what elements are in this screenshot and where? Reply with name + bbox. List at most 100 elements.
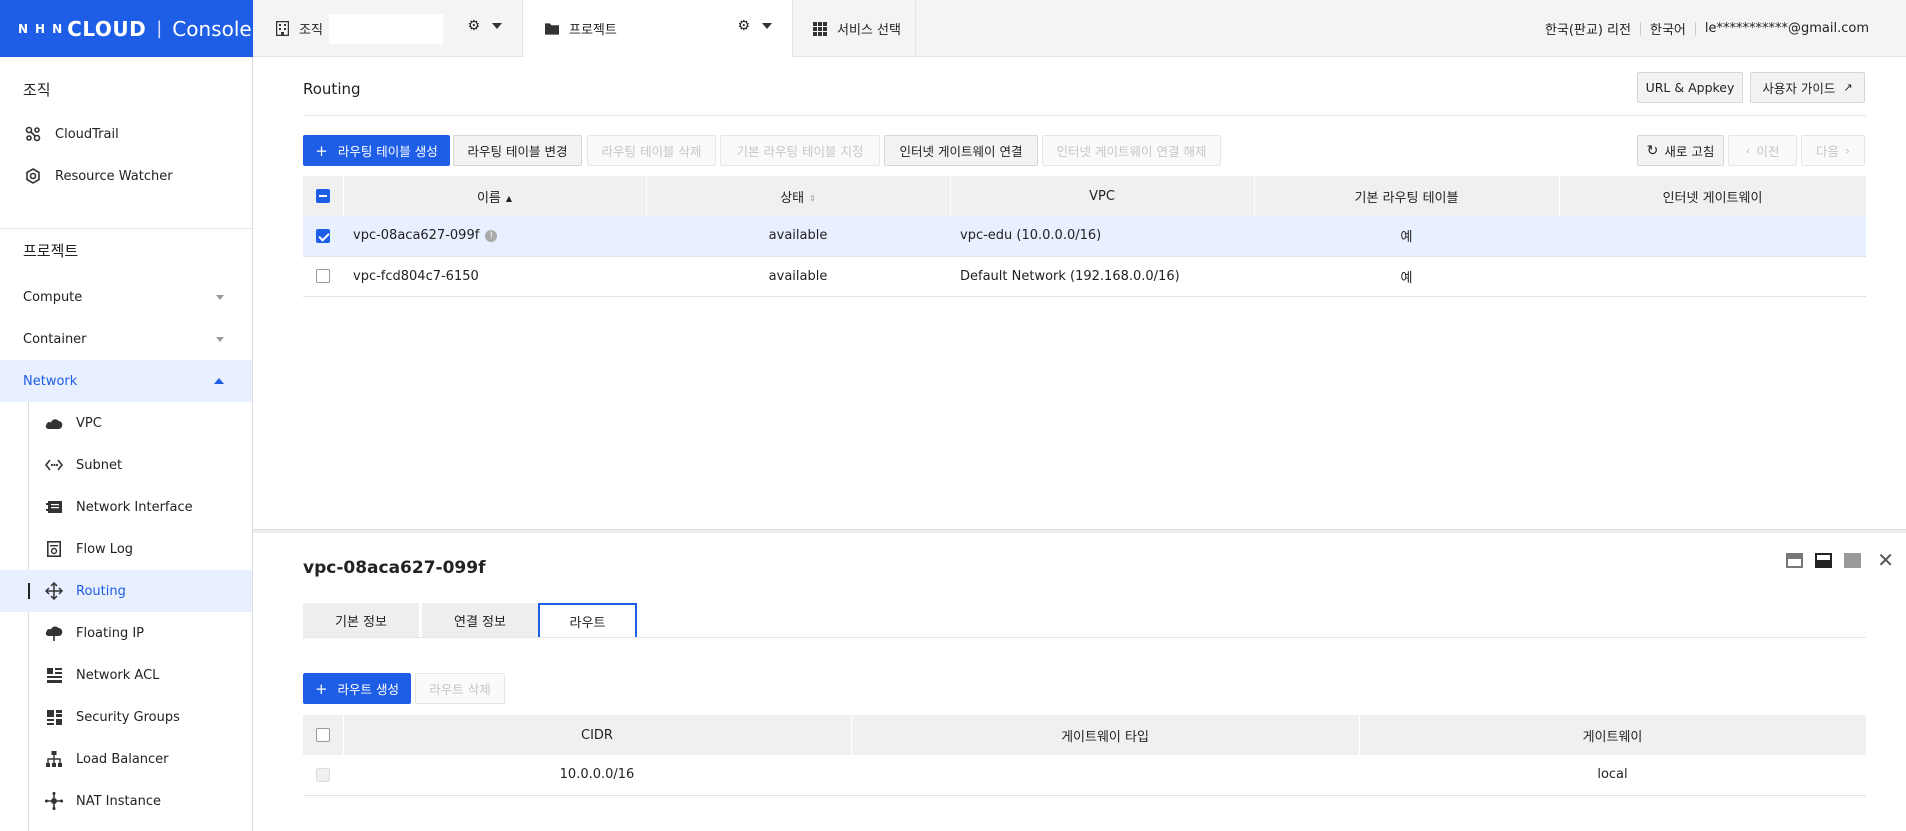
select-all-cell — [303, 176, 344, 216]
sidebar-category-container[interactable]: Container — [0, 318, 252, 360]
view-bottom-icon[interactable] — [1815, 552, 1833, 568]
sidebar-item-label: CloudTrail — [55, 126, 119, 142]
create-route-button[interactable]: + 라우트 생성 — [303, 673, 411, 704]
attach-internet-gateway-button[interactable]: 인터넷 게이트웨이 연결 — [884, 135, 1038, 166]
select-all-checkbox[interactable] — [315, 728, 330, 742]
plus-icon: + — [315, 141, 328, 160]
brand-nhn: NHN — [18, 21, 70, 36]
change-routing-table-button[interactable]: 라우팅 테이블 변경 — [453, 135, 582, 166]
status-cell: available — [646, 216, 950, 257]
create-routing-table-button[interactable]: + 라우팅 테이블 생성 — [303, 135, 450, 166]
column-header-vpc: VPC — [950, 176, 1255, 216]
sidebar-item-load-balancer[interactable]: Load Balancer — [0, 738, 252, 780]
external-link-icon: ↗ — [1843, 81, 1853, 94]
sidebar-item-security-groups[interactable]: Security Groups — [0, 696, 252, 738]
view-full-icon[interactable] — [1844, 552, 1862, 568]
tab-routes[interactable]: 라우트 — [538, 603, 637, 638]
sidebar-item-routing[interactable]: Routing — [0, 570, 252, 612]
page-title: Routing — [303, 80, 361, 98]
panel-splitter[interactable] — [253, 529, 1906, 533]
view-top-icon[interactable] — [1786, 552, 1804, 568]
igw-cell — [1559, 256, 1866, 297]
sidebar-divider — [0, 228, 252, 229]
table-row[interactable]: vpc-fcd804c7-6150 available Default Netw… — [303, 256, 1866, 297]
column-header-label: 이름 — [476, 190, 501, 206]
project-settings-gear-icon[interactable]: ⚙ — [737, 18, 750, 34]
sidebar-category-compute[interactable]: Compute — [0, 276, 252, 318]
organization-settings-gear-icon[interactable]: ⚙ — [467, 18, 480, 34]
account-menu[interactable]: le***********@gmail.com — [1696, 21, 1878, 36]
sidebar-category-label: Network — [23, 373, 78, 389]
column-header-cidr: CIDR — [343, 715, 852, 755]
sidebar-item-vpc[interactable]: VPC — [0, 402, 252, 444]
tab-connection-info[interactable]: 연결 정보 — [422, 603, 538, 638]
row-checkbox[interactable] — [316, 269, 330, 283]
column-header-label: 상태 — [780, 190, 805, 206]
project-chevron-down-icon[interactable] — [762, 23, 772, 29]
sidebar-item-floating-ip[interactable]: Floating IP — [0, 612, 252, 654]
row-checkbox[interactable] — [316, 228, 330, 243]
sidebar-item-flow-log[interactable]: Flow Log — [0, 528, 252, 570]
organization-chevron-down-icon[interactable] — [492, 23, 502, 29]
column-header-name[interactable]: 이름 ▲ — [343, 176, 647, 216]
tab-basic-info[interactable]: 기본 정보 — [303, 603, 419, 638]
sidebar-category-label: Container — [23, 331, 87, 347]
sidebar-item-label: Network ACL — [76, 667, 160, 683]
nat-instance-icon — [45, 792, 63, 810]
delete-routing-table-button[interactable]: 라우팅 테이블 삭제 — [587, 135, 716, 166]
top-right-menu: 한국(판교) 리전 한국어 le***********@gmail.com — [1536, 0, 1878, 57]
sidebar-category-label: Compute — [23, 289, 83, 305]
organization-name-masked — [328, 13, 443, 44]
row-checkbox-cell — [303, 216, 343, 257]
row-checkbox-cell — [303, 256, 343, 297]
routing-table-name: vpc-08aca627-099f — [353, 228, 480, 244]
sidebar-item-network-interface[interactable]: Network Interface — [0, 486, 252, 528]
table-row[interactable]: 10.0.0.0/16 local — [303, 755, 1866, 796]
cloud-icon — [45, 414, 63, 432]
chevron-down-icon — [216, 336, 224, 342]
table-header-row: 이름 ▲ 상태 ⇕ VPC 기본 라우팅 테이블 인터넷 게이트웨이 — [303, 176, 1867, 216]
prev-page-button[interactable]: ‹ 이전 — [1728, 135, 1797, 166]
sidebar-item-network-acl[interactable]: Network ACL — [0, 654, 252, 696]
project-selector[interactable]: 프로젝트 ⚙ — [523, 0, 793, 57]
url-appkey-button[interactable]: URL & Appkey — [1637, 72, 1743, 103]
close-icon[interactable]: ✕ — [1877, 550, 1894, 570]
user-guide-button[interactable]: 사용자 가이드 ↗ — [1750, 72, 1865, 103]
info-icon[interactable]: ! — [485, 229, 498, 242]
security-groups-icon — [45, 708, 63, 726]
sort-icon: ⇕ — [809, 193, 816, 203]
delete-route-button[interactable]: 라우트 삭제 — [415, 673, 505, 704]
sidebar-item-resource-watcher[interactable]: Resource Watcher — [0, 155, 252, 197]
brand-logo[interactable]: NHN CLOUD | Console — [0, 0, 253, 57]
igw-cell — [1559, 216, 1866, 257]
default-cell: 예 — [1254, 256, 1559, 297]
flow-log-icon — [45, 540, 63, 558]
row-checkbox-cell — [303, 755, 343, 796]
detach-internet-gateway-button[interactable]: 인터넷 게이트웨이 연결 해제 — [1042, 135, 1221, 166]
column-header-gateway: 게이트웨이 — [1359, 715, 1867, 755]
cidr-cell: 10.0.0.0/16 — [343, 755, 851, 796]
next-page-button[interactable]: 다음 › — [1801, 135, 1865, 166]
region-selector[interactable]: 한국(판교) 리전 — [1536, 19, 1640, 38]
sidebar-item-subnet[interactable]: Subnet — [0, 444, 252, 486]
organization-selector[interactable]: 조직 ⚙ — [253, 0, 523, 57]
select-all-checkbox[interactable] — [315, 189, 330, 203]
sidebar-category-network[interactable]: Network — [0, 360, 252, 402]
service-selector[interactable]: 서비스 선택 — [793, 0, 916, 57]
sidebar-item-cloudtrail[interactable]: CloudTrail — [0, 113, 252, 155]
brand-cloud: CLOUD — [67, 16, 147, 41]
sidebar-item-label: Flow Log — [76, 541, 134, 557]
refresh-button[interactable]: ↻ 새로 고침 — [1637, 135, 1724, 166]
folder-icon — [545, 22, 559, 36]
grid-icon — [813, 21, 827, 36]
column-header-status[interactable]: 상태 ⇕ — [646, 176, 951, 216]
chevron-down-icon — [216, 294, 224, 300]
language-selector[interactable]: 한국어 — [1641, 19, 1695, 38]
table-row[interactable]: vpc-08aca627-099f! available vpc-edu (10… — [303, 216, 1866, 257]
sidebar-item-nat-instance[interactable]: NAT Instance — [0, 780, 252, 822]
sidebar-item-label: Security Groups — [76, 709, 180, 725]
service-select-label: 서비스 선택 — [837, 23, 901, 38]
sidebar-item-label: VPC — [76, 415, 102, 431]
brand-separator: | — [156, 18, 163, 39]
set-default-routing-table-button[interactable]: 기본 라우팅 테이블 지정 — [720, 135, 880, 166]
